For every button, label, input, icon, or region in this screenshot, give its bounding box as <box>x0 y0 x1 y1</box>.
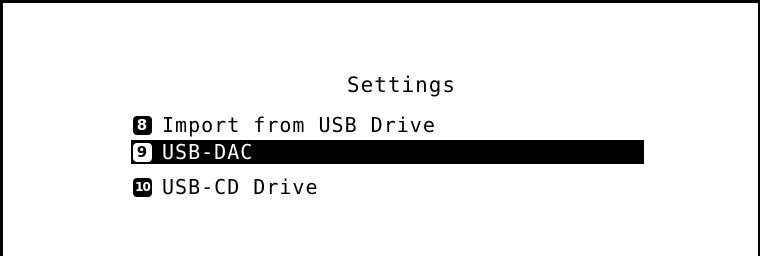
menu-item-label: Import from USB Drive <box>162 113 436 137</box>
menu-item-import-from-usb-drive[interactable]: 8 Import from USB Drive <box>131 113 436 137</box>
screen-title: Settings <box>346 73 457 97</box>
menu-item-label: USB-DAC <box>162 140 254 164</box>
display-screen: Settings 8 Import from USB Drive 9 USB-D… <box>0 0 760 256</box>
menu-item-usb-cd-drive[interactable]: 10 USB-CD Drive <box>131 175 319 199</box>
menu-item-label: USB-CD Drive <box>162 175 319 199</box>
number-badge-icon: 8 <box>133 115 152 135</box>
number-badge-icon: 10 <box>133 177 152 197</box>
menu-item-usb-dac[interactable]: 9 USB-DAC <box>131 140 644 164</box>
number-badge-icon: 9 <box>133 142 152 162</box>
